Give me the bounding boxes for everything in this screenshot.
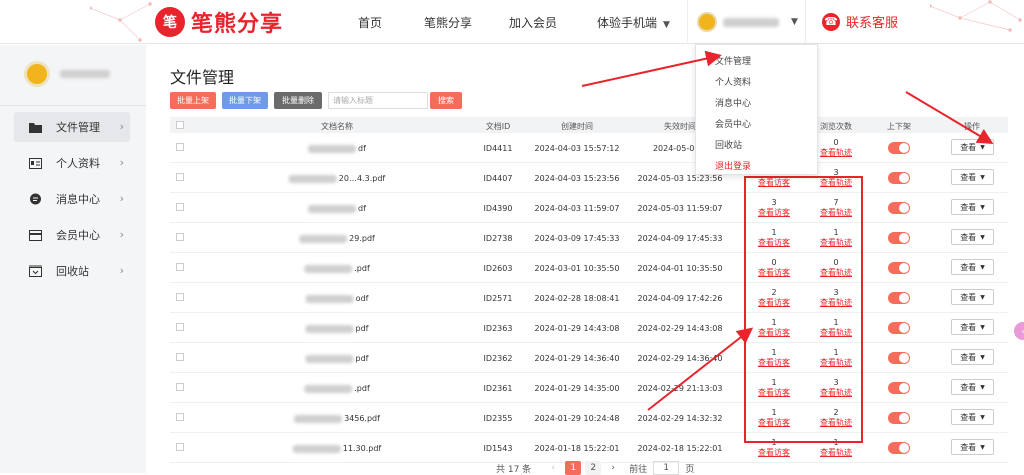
- arrow-to-actions: [905, 91, 994, 145]
- annotation-arrows: [581, 50, 994, 411]
- arrow-to-counts: [647, 327, 754, 411]
- arrow-to-file-manage: [581, 50, 722, 87]
